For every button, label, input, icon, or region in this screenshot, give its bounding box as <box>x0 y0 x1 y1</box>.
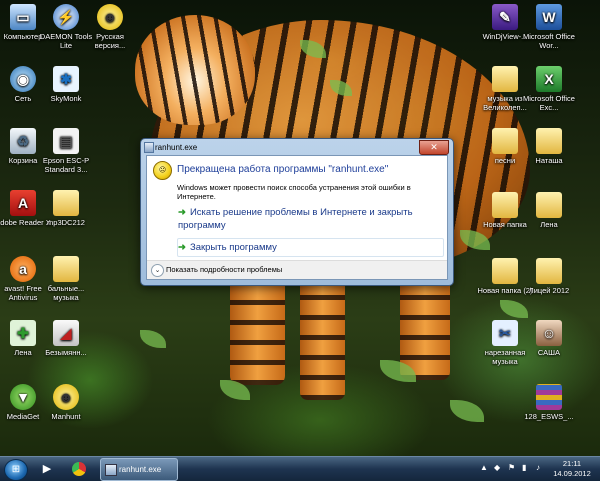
excel-icon: X <box>536 66 562 92</box>
dialog-heading: Прекращена работа программы "ranhunt.exe… <box>177 164 389 175</box>
folder-icon <box>492 192 518 218</box>
skymonk-icon: ✱ <box>53 66 79 92</box>
folder-icon <box>53 256 79 282</box>
recycle-bin-icon: ♻ <box>10 128 36 154</box>
folder-icon <box>492 128 518 154</box>
desktop-icon-excel[interactable]: X Microsoft Office Exc... <box>519 66 579 112</box>
manhunt-icon: ☻ <box>53 384 79 410</box>
word-icon: W <box>536 4 562 30</box>
search-solution-option[interactable]: ➜ Искать решение проблемы в Интернете и з… <box>177 205 444 233</box>
error-dialog: ranhunt.exe ✕ ☹ Прекращена работа програ… <box>140 138 454 286</box>
windows-logo-icon: ⊞ <box>11 464 21 475</box>
warning-icon: ☹ <box>153 161 172 180</box>
network-icon: ◉ <box>10 66 36 92</box>
system-tray: ▲ ◆ ⚑ ▮ ♪ 21:11 14.09.2012 <box>476 457 596 481</box>
folder-icon <box>536 258 562 284</box>
close-program-option[interactable]: ➜ Закрыть программу <box>177 238 444 257</box>
computer-icon: ▭ <box>10 4 36 30</box>
adobe-reader-icon: A <box>10 190 36 216</box>
leaf <box>450 400 484 422</box>
media-player-pinned[interactable]: ▶ <box>34 459 60 479</box>
leaf <box>140 330 166 348</box>
folder-icon <box>536 128 562 154</box>
clock-date: 14.09.2012 <box>553 469 591 478</box>
desktop-icon-word[interactable]: W Microsoft Office Wor... <box>519 4 579 50</box>
chrome-pinned[interactable] <box>66 459 92 479</box>
clock-time: 21:11 <box>562 459 582 468</box>
smiley-icon: ☻ <box>97 4 123 30</box>
chrome-icon <box>72 462 86 477</box>
desktop-icon-lyceum[interactable]: Лицей 2012 <box>519 258 579 295</box>
avast-icon: a <box>10 256 36 282</box>
dialog-content: ☹ Прекращена работа программы "ranhunt.e… <box>146 155 448 280</box>
volume-icon[interactable]: ♪ <box>536 464 544 472</box>
desktop-icon-archive[interactable]: 128_ESWS_... <box>519 384 579 421</box>
folder-icon <box>53 190 79 216</box>
document-icon: ◢ <box>53 320 79 346</box>
desktop-icon-lena-folder[interactable]: Лена <box>519 192 579 229</box>
archive-icon <box>536 384 562 410</box>
dialog-footer: ⌄ Показать подробности проблемы <box>147 260 447 279</box>
windjview-icon: ✎ <box>492 4 518 30</box>
desktop-icon-natasha[interactable]: Наташа <box>519 128 579 165</box>
taskbar-task-ranhunt[interactable]: ranhunt.exe <box>100 458 178 481</box>
shortcut-icon: ✚ <box>10 320 36 346</box>
desktop-icon-skymonk[interactable]: ✱ SkyMonk <box>36 66 96 103</box>
desktop-icon-manhunt[interactable]: ☻ Manhunt <box>36 384 96 421</box>
network-tray-icon[interactable]: ▮ <box>522 464 530 472</box>
tray-arrow-icon[interactable]: ▲ <box>480 464 488 472</box>
photo-icon: ☺ <box>536 320 562 346</box>
app-window-icon <box>105 464 117 476</box>
flag-icon[interactable]: ⚑ <box>508 464 516 472</box>
desktop-icon-epson[interactable]: ▤ Epson ESC-P Standard 3... <box>36 128 96 174</box>
start-button[interactable]: ⊞ <box>4 459 28 481</box>
dialog-subtext: Windows может провести поиск способа уст… <box>177 183 411 201</box>
option-label: Искать решение проблемы в Интернете и за… <box>178 207 413 231</box>
green-arrow-icon: ➜ <box>178 242 186 253</box>
chevron-down-icon[interactable]: ⌄ <box>151 264 164 277</box>
clock[interactable]: 21:11 14.09.2012 <box>552 459 592 479</box>
dialog-titlebar[interactable]: ranhunt.exe ✕ <box>141 139 453 155</box>
close-icon: ✕ <box>430 142 438 152</box>
leaf <box>500 300 528 318</box>
tiger-head <box>135 15 255 125</box>
folder-icon <box>492 258 518 284</box>
daemon-tools-icon: ⚡ <box>53 4 79 30</box>
dialog-title: ranhunt.exe <box>155 143 198 152</box>
printer-icon: ▤ <box>53 128 79 154</box>
option-label: Закрыть программу <box>189 242 277 253</box>
desktop-icon-sasha[interactable]: ☺ САША <box>519 320 579 357</box>
desktop-icon-untitled[interactable]: ◢ Безымянн... <box>36 320 96 357</box>
scissors-icon: ✂ <box>492 320 518 346</box>
green-arrow-icon: ➜ <box>178 207 186 218</box>
desktop-icon-russian-version[interactable]: ☻ Русская версия... <box>80 4 140 50</box>
tray-app-icon[interactable]: ◆ <box>494 464 502 472</box>
desktop-icon-mp3dc212[interactable]: mp3DC212 <box>36 190 96 227</box>
folder-icon <box>492 66 518 92</box>
close-button[interactable]: ✕ <box>419 140 449 155</box>
app-window-icon <box>144 142 154 153</box>
mediaget-icon: ▼ <box>10 384 36 410</box>
media-player-icon: ▶ <box>42 463 52 475</box>
show-details-link[interactable]: Показать подробности проблемы <box>166 265 282 274</box>
folder-icon <box>536 192 562 218</box>
desktop-icon-ballroom-music[interactable]: бальные... музыка <box>36 256 96 302</box>
taskbar: ⊞ ▶ ranhunt.exe ▲ ◆ ⚑ ▮ ♪ 21:11 14.09.20… <box>0 456 600 481</box>
task-label: ranhunt.exe <box>119 465 162 474</box>
